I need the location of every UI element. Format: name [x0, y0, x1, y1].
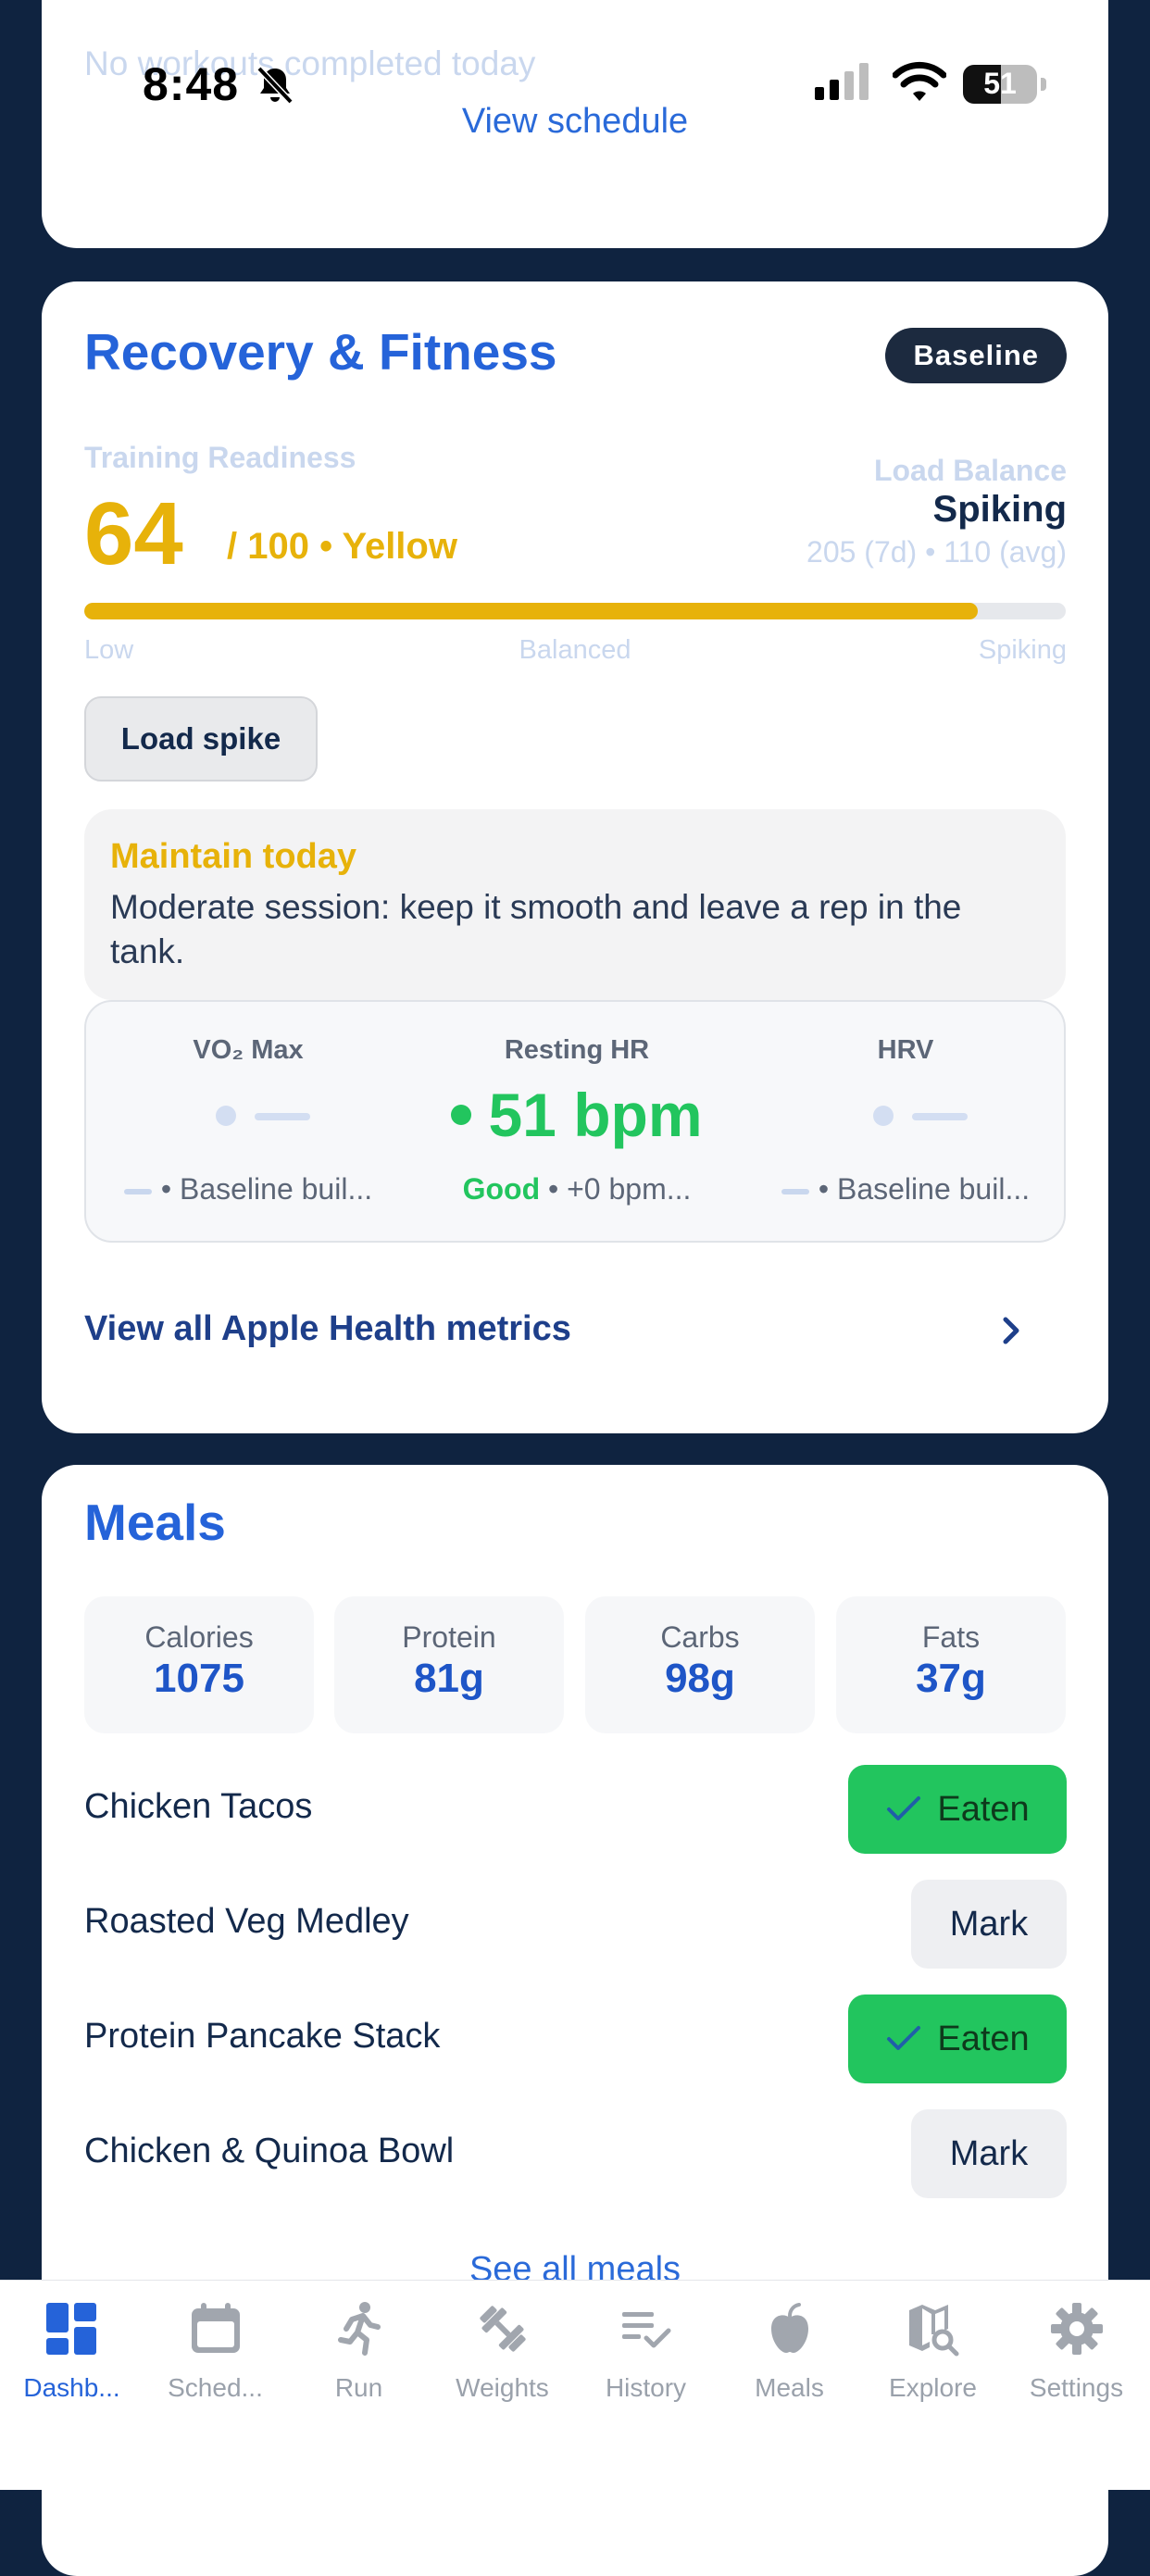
meal-name: Protein Pancake Stack — [84, 2017, 441, 2056]
macro-carbs: Carbs 98g — [585, 1596, 815, 1733]
tab-schedule[interactable]: Sched... — [144, 2281, 287, 2420]
meal-row: Roasted Veg Medley Mark — [42, 1880, 1108, 1969]
advice-title: Maintain today — [110, 837, 357, 876]
bar-label-spiking: Spiking — [978, 635, 1067, 665]
macro-label: Fats — [921, 1620, 981, 1654]
status-time: 8:48 — [143, 58, 240, 110]
apple-icon — [718, 2301, 861, 2360]
schedule-card: No workouts completed today View schedul… — [42, 0, 1108, 248]
macro-label: Carbs — [660, 1620, 740, 1654]
metric-placeholder — [86, 1106, 410, 1128]
wifi-icon — [892, 61, 947, 106]
metric-title: Resting HR — [504, 1035, 650, 1065]
checklist-icon — [574, 2301, 718, 2360]
macro-calories: Calories 1075 — [84, 1596, 314, 1733]
mark-button[interactable]: Mark — [911, 2109, 1067, 2198]
tab-meals[interactable]: Meals — [718, 2281, 861, 2420]
metric-hrv[interactable]: HRV • Baseline buil... — [744, 1002, 1068, 1241]
view-all-health-metrics-link[interactable]: View all Apple Health metrics — [84, 1309, 571, 1349]
metric-footnote: Good • +0 bpm... — [462, 1172, 692, 1206]
tab-label: Run — [334, 2373, 383, 2402]
metric-value: 51 bpm — [415, 1080, 739, 1150]
runner-icon — [287, 2301, 431, 2360]
meal-row: Protein Pancake Stack Eaten — [42, 1995, 1108, 2083]
tab-label: Meals — [755, 2373, 824, 2402]
load-balance-label: Load Balance — [873, 454, 1067, 487]
readiness-label: Training Readiness — [84, 441, 356, 474]
macro-value: 98g — [665, 1656, 735, 1701]
load-balance-bar — [84, 603, 1066, 619]
metric-footnote: • Baseline buil... — [744, 1172, 1068, 1207]
macro-value: 37g — [916, 1656, 986, 1701]
load-balance-value: Spiking — [932, 489, 1067, 530]
macro-label: Calories — [144, 1620, 254, 1654]
health-metrics-panel[interactable]: VO₂ Max • Baseline buil... Resting HR 51… — [84, 1000, 1066, 1243]
macro-value: 1075 — [154, 1656, 244, 1701]
tab-explore[interactable]: Explore — [861, 2281, 1005, 2420]
metric-title: HRV — [877, 1035, 934, 1065]
bar-label-balanced: Balanced — [519, 635, 631, 665]
tab-label: Explore — [889, 2373, 977, 2402]
metric-placeholder — [744, 1106, 1068, 1128]
mark-button[interactable]: Mark — [911, 1880, 1067, 1969]
chevron-right-icon[interactable] — [999, 1315, 1023, 1351]
status-dot — [451, 1104, 472, 1125]
tab-weights[interactable]: Weights — [431, 2281, 574, 2420]
advice-text: Moderate session: keep it smooth and lea… — [110, 888, 962, 970]
meal-name: Chicken Tacos — [84, 1787, 313, 1826]
tab-label: History — [605, 2373, 687, 2402]
meals-title: Meals — [84, 1494, 226, 1551]
tab-label: Dashb... — [23, 2373, 120, 2402]
tab-bar: Dashb... Sched... Run Weights History Me… — [0, 2280, 1150, 2490]
map-search-icon — [861, 2301, 1005, 2360]
battery-indicator: 51 — [963, 65, 1046, 104]
checkmark-icon — [887, 1795, 921, 1820]
load-balance-detail: 205 (7d) • 110 (avg) — [806, 535, 1067, 569]
tab-settings[interactable]: Settings — [1005, 2281, 1148, 2420]
tab-label: Settings — [1029, 2373, 1124, 2402]
tab-label: Sched... — [168, 2373, 263, 2402]
checkmark-icon — [887, 2025, 921, 2050]
tab-run[interactable]: Run — [287, 2281, 431, 2420]
calendar-icon — [144, 2301, 287, 2360]
metric-status: Good — [462, 1172, 541, 1206]
tab-label: Weights — [456, 2373, 549, 2402]
tab-dashboard[interactable]: Dashb... — [0, 2281, 144, 2420]
macro-value: 81g — [414, 1656, 484, 1701]
meal-name: Chicken & Quinoa Bowl — [84, 2132, 455, 2170]
macro-fats: Fats 37g — [836, 1596, 1066, 1733]
macro-protein: Protein 81g — [334, 1596, 564, 1733]
readiness-suffix: / 100 • Yellow — [227, 526, 457, 567]
load-balance-bar-fill — [84, 603, 978, 619]
meal-row: Chicken Tacos Eaten — [42, 1765, 1108, 1854]
meal-name: Roasted Veg Medley — [84, 1902, 409, 1941]
recovery-card: Recovery & Fitness Baseline Training Rea… — [42, 281, 1108, 1433]
meal-row: Chicken & Quinoa Bowl Mark — [42, 2109, 1108, 2198]
recovery-title: Recovery & Fitness — [84, 323, 557, 381]
metric-title: VO₂ Max — [193, 1035, 304, 1065]
dashboard-grid-icon — [0, 2301, 144, 2360]
metric-footnote: • Baseline buil... — [86, 1172, 410, 1207]
dumbbell-icon — [431, 2301, 574, 2360]
bell-muted-icon — [254, 65, 296, 110]
gear-icon — [1005, 2301, 1148, 2360]
readiness-score: 64 — [84, 484, 183, 583]
advice-box: Maintain today Moderate session: keep it… — [84, 809, 1066, 1000]
load-spike-chip[interactable]: Load spike — [84, 696, 318, 782]
macro-label: Protein — [402, 1620, 496, 1654]
tab-history[interactable]: History — [574, 2281, 718, 2420]
eaten-button[interactable]: Eaten — [848, 1995, 1067, 2083]
metric-resting-hr[interactable]: Resting HR 51 bpm Good • +0 bpm... — [415, 1002, 739, 1241]
cellular-signal-icon — [815, 61, 874, 106]
baseline-badge: Baseline — [885, 328, 1067, 383]
eaten-button[interactable]: Eaten — [848, 1765, 1067, 1854]
metric-vo2max[interactable]: VO₂ Max • Baseline buil... — [86, 1002, 410, 1241]
battery-level: 51 — [983, 67, 1017, 100]
